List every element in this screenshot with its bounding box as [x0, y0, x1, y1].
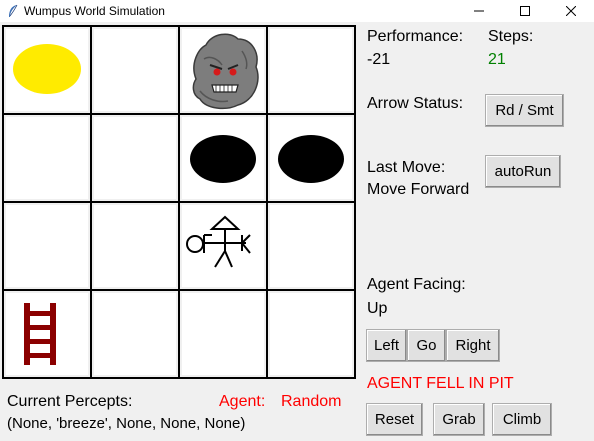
cell-r0-c1: [90, 25, 180, 115]
last-move-value: Move Forward: [367, 181, 470, 198]
steps-label: Steps:: [488, 28, 534, 45]
cell-r3-c0: [2, 289, 92, 379]
pit-icon: [278, 135, 344, 183]
wumpus-icon: [192, 33, 259, 110]
last-move-label: Last Move:: [367, 159, 446, 176]
close-icon: [566, 6, 576, 16]
performance-label: Performance:: [367, 28, 464, 45]
agent-icon: [186, 215, 251, 268]
turn-right-button[interactable]: Right: [446, 329, 500, 362]
cell-r0-c2: [178, 25, 268, 115]
cell-r3-c1: [90, 289, 180, 379]
pit-icon: [190, 135, 256, 183]
cell-r1-c0: [2, 113, 92, 203]
cell-r1-c3: [266, 113, 356, 203]
cell-r3-c3: [266, 289, 356, 379]
agent-facing-label: Agent Facing:: [367, 276, 466, 293]
minimize-icon: [474, 10, 484, 12]
cell-r2-c3: [266, 201, 356, 291]
cell-r1-c2: [178, 113, 268, 203]
performance-value: -21: [367, 51, 391, 68]
client-area: Performance: Steps: -21 21 Arrow Status:…: [0, 22, 594, 441]
ladder-icon: [24, 303, 56, 365]
feather-icon: [9, 4, 18, 17]
current-percepts-label: Current Percepts:: [7, 393, 133, 410]
maximize-icon: [520, 6, 530, 16]
autorun-button[interactable]: autoRun: [485, 155, 561, 188]
climb-button[interactable]: Climb: [492, 403, 552, 436]
cell-r0-c3: [266, 25, 356, 115]
reset-button[interactable]: Reset: [366, 403, 423, 436]
steps-value: 21: [488, 51, 506, 68]
wumpus-board: [2, 25, 356, 379]
cell-r1-c1: [90, 113, 180, 203]
cell-r0-c0: [2, 25, 92, 115]
arrow-status-label: Arrow Status:: [367, 95, 464, 112]
gold-icon: [13, 44, 81, 94]
agent-mode-value: Random: [281, 393, 342, 410]
title-bar: Wumpus World Simulation: [0, 0, 594, 22]
close-button[interactable]: [548, 0, 594, 22]
window-title: Wumpus World Simulation: [24, 4, 165, 18]
cell-r2-c2: [178, 201, 268, 291]
agent-mode-label: Agent:: [219, 393, 266, 410]
current-percepts-value: (None, 'breeze', None, None, None): [7, 415, 246, 432]
agent-facing-value: Up: [367, 300, 388, 317]
minimize-button[interactable]: [456, 0, 502, 22]
go-button[interactable]: Go: [407, 329, 446, 362]
arrow-status-button[interactable]: Rd / Smt: [485, 94, 564, 127]
maximize-button[interactable]: [502, 0, 548, 22]
cell-r2-c1: [90, 201, 180, 291]
grab-button[interactable]: Grab: [433, 403, 485, 436]
status-message: AGENT FELL IN PIT: [367, 375, 514, 392]
turn-left-button[interactable]: Left: [366, 329, 407, 362]
cell-r3-c2: [178, 289, 268, 379]
cell-r2-c0: [2, 201, 92, 291]
